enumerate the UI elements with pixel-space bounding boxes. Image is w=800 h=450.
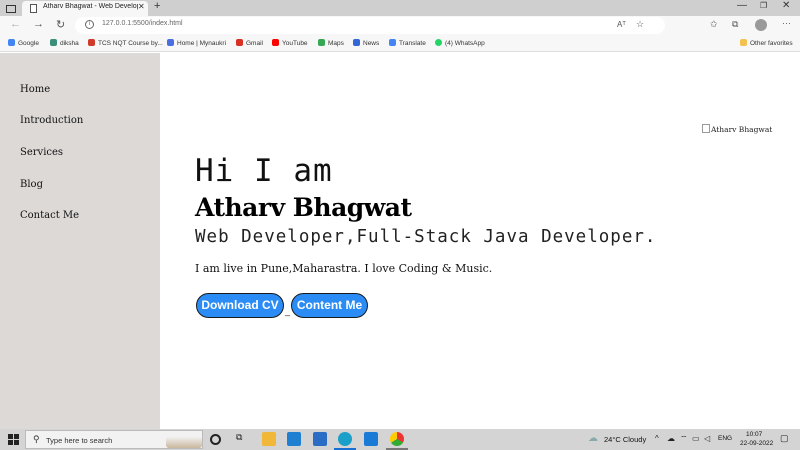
new-tab-icon[interactable]: + [154,0,160,12]
bookmark-label: (4) WhatsApp [445,40,485,47]
notifications-icon[interactable]: ▢ [780,433,789,444]
tcs-icon [88,39,95,46]
profile-avatar-icon[interactable] [755,19,767,31]
back-arrow-icon[interactable]: ← [10,18,21,30]
download-cv-button[interactable]: Download CV [196,293,284,318]
collections-icon[interactable]: ⧉ [732,19,738,30]
hero-name: Atharv Bhagwat [195,193,412,222]
bookmark-diksha[interactable]: diksha [50,39,79,47]
browser-toolbar: ← → ↻ i 127.0.0.1:5500/index.html Aᵀ ☆ ✩… [0,16,800,36]
browser-tab[interactable]: Atharv Bhagwat - Web Develope ✕ [22,1,148,16]
bookmark-naukri[interactable]: Home | Mynaukri [167,39,226,47]
show-hidden-icons-icon[interactable]: ^ [655,434,659,443]
nav-blog[interactable]: Blog [20,179,43,190]
tab-actions-menu-icon[interactable] [3,2,17,14]
gmail-icon [236,39,243,46]
weather-text[interactable]: 24°C Cloudy [604,435,646,444]
bookmark-gmail[interactable]: Gmail [236,39,263,47]
forward-arrow-icon[interactable]: → [33,18,44,30]
hero-greeting: Hi I am [195,153,333,189]
bookmark-label: Gmail [246,40,263,47]
google-icon [8,39,15,46]
clock-time[interactable]: 10:07 [746,431,762,438]
edge-icon[interactable] [338,432,352,446]
bookmark-label: YouTube [282,40,308,47]
site-info-icon[interactable]: i [85,20,94,29]
hero-bio: I am live in Pune,Maharastra. I love Cod… [195,262,493,275]
read-aloud-icon[interactable]: Aᵀ [617,20,626,29]
clock-date[interactable]: 22-09-2022 [740,440,773,447]
search-icon: ⚲ [33,434,40,444]
address-bar[interactable]: i 127.0.0.1:5500/index.html [75,17,665,34]
mail-icon[interactable] [364,432,378,446]
cortana-icon[interactable] [210,434,221,445]
button-separator: _ [285,306,291,316]
favorites-icon[interactable]: ✩ [710,19,718,30]
nav-home[interactable]: Home [20,84,50,95]
volume-icon[interactable]: ◁ [704,434,710,443]
bookmark-label: diksha [60,40,79,47]
bookmark-label: TCS NQT Course by... [98,40,163,47]
windows-start-icon[interactable] [8,434,19,445]
add-favorite-icon[interactable]: ☆ [636,19,644,30]
taskbar-search-box[interactable]: ⚲ Type here to search [25,430,203,449]
browser-title-bar: Atharv Bhagwat - Web Develope ✕ + — ❐ ✕ [0,0,800,16]
web-page: Home Introduction Services Blog Contact … [0,53,800,429]
sidebar-nav: Home Introduction Services Blog Contact … [0,53,160,429]
youtube-icon [272,39,279,46]
diksha-icon [50,39,57,46]
bookmark-maps[interactable]: Maps [318,39,344,47]
bookmark-news[interactable]: News [353,39,379,47]
battery-icon[interactable]: ▭ [692,434,700,443]
news-icon [353,39,360,46]
contact-me-button[interactable]: Content Me [291,293,368,318]
tab-close-icon[interactable]: ✕ [138,2,145,11]
search-placeholder: Type here to search [46,436,113,445]
reload-icon[interactable]: ↻ [56,18,65,31]
window-close-icon[interactable]: ✕ [782,0,790,11]
page-icon [30,4,37,13]
task-view-icon[interactable]: ⧉ [236,432,250,446]
nav-contact-me[interactable]: Contact Me [20,210,79,221]
file-explorer-icon[interactable] [262,432,276,446]
input-language[interactable]: ENG [718,435,732,442]
weather-cloud-icon[interactable]: ☁ [588,433,598,444]
bookmark-tcs[interactable]: TCS NQT Course by... [88,39,163,47]
hero-roles: Web Developer,Full-Stack Java Developer. [195,227,657,247]
other-favorites-folder[interactable]: Other favorites [740,39,793,47]
tab-title: Atharv Bhagwat - Web Develope [43,3,138,10]
bookmark-whatsapp[interactable]: (4) WhatsApp [435,39,485,47]
more-options-icon[interactable]: ··· [782,18,791,28]
bookmark-label: Maps [328,40,344,47]
minimize-icon[interactable]: — [737,0,747,11]
folder-icon [740,39,747,46]
maps-icon [318,39,325,46]
bookmark-label: Translate [399,40,426,47]
restore-icon[interactable]: ❐ [760,1,767,10]
vscode-icon[interactable] [287,432,301,446]
bookmark-translate[interactable]: Translate [389,39,426,47]
broken-profile-image: Atharv Bhagwat [702,124,772,134]
bookmark-google[interactable]: Google [8,39,39,47]
naukri-icon [167,39,174,46]
network-icon[interactable]: ⌔ [680,434,688,444]
windows-taskbar: ⚲ Type here to search ⧉ ☁ 24°C Cloudy ^ … [0,429,800,450]
nav-services[interactable]: Services [20,147,63,158]
bookmark-label: Google [18,40,39,47]
nav-introduction[interactable]: Introduction [20,115,83,126]
bookmark-label: Home | Mynaukri [177,40,227,47]
bookmarks-bar: Google diksha TCS NQT Course by... Home … [0,36,800,52]
bookmark-youtube[interactable]: YouTube [272,39,308,47]
cloud-sync-icon[interactable]: ☁ [667,434,675,443]
translate-icon [389,39,396,46]
whatsapp-icon [435,39,442,46]
store-icon[interactable] [313,432,327,446]
url-text[interactable]: 127.0.0.1:5500/index.html [102,20,183,27]
chrome-icon[interactable] [390,432,404,446]
bookmark-label: News [363,40,380,47]
other-favorites-label: Other favorites [750,40,793,47]
search-highlight-image [166,432,202,448]
